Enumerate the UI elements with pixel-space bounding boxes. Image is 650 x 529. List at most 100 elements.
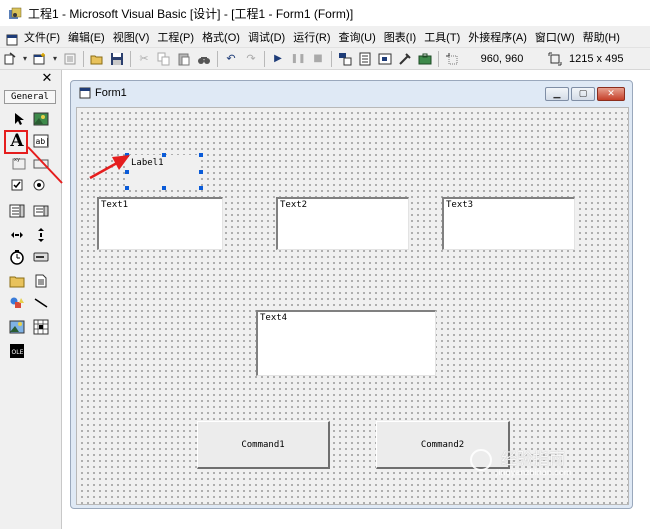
toolbar-separator	[264, 50, 265, 67]
data-tool-icon[interactable]	[32, 318, 50, 336]
toolbar-separator	[438, 50, 439, 67]
undo-icon[interactable]: ↶	[222, 51, 240, 67]
open-project-icon[interactable]	[88, 51, 106, 67]
timer-tool-icon[interactable]	[8, 248, 26, 266]
filelistbox-tool-icon[interactable]	[32, 272, 50, 290]
redo-icon[interactable]: ↷	[242, 51, 260, 67]
ole-tool-icon[interactable]: OLE	[8, 342, 26, 360]
text2-text: Text2	[280, 200, 308, 210]
save-project-icon[interactable]	[108, 51, 126, 67]
menu-addins[interactable]: 外接程序(A)	[464, 29, 531, 45]
vscrollbar-tool-icon[interactable]	[32, 226, 50, 244]
minimize-button[interactable]: ▁	[545, 87, 569, 101]
commandbutton-tool-icon[interactable]	[32, 154, 50, 172]
textbox-tool-icon[interactable]: ab|	[32, 132, 50, 150]
vb-app-icon	[8, 6, 22, 20]
dropdown-arrow-icon[interactable]: ▾	[51, 51, 59, 67]
properties-window-icon[interactable]	[356, 51, 374, 67]
drivelistbox-tool-icon[interactable]	[32, 248, 50, 266]
text1-control[interactable]: Text1	[97, 197, 223, 250]
text3-text: Text3	[446, 200, 474, 210]
watermark-logo: 经验指南	[470, 445, 565, 471]
hscrollbar-tool-icon[interactable]	[8, 226, 26, 244]
menu-run[interactable]: 运行(R)	[289, 29, 334, 45]
image-tool-icon[interactable]	[8, 318, 26, 336]
selection-handle[interactable]	[162, 153, 166, 157]
add-form-icon[interactable]	[31, 51, 49, 67]
maximize-button[interactable]: ▢	[571, 87, 595, 101]
line-tool-icon[interactable]	[32, 294, 50, 312]
selection-handle[interactable]	[125, 186, 129, 190]
toolbar-separator	[130, 50, 131, 67]
size-icon	[546, 51, 564, 67]
svg-text:ab|: ab|	[36, 137, 50, 146]
command1-button[interactable]: Command1	[197, 421, 330, 469]
copy-icon[interactable]	[155, 51, 173, 67]
checkbox-tool-icon[interactable]	[8, 176, 26, 194]
break-icon[interactable]: ❚❚	[289, 51, 307, 67]
menu-file[interactable]: 文件(F)	[20, 29, 64, 45]
menu-bar: 文件(F) 编辑(E) 视图(V) 工程(P) 格式(O) 调试(D) 运行(R…	[0, 26, 650, 48]
svg-text:OLE: OLE	[12, 349, 24, 356]
selection-handle[interactable]	[125, 153, 129, 157]
menu-tools[interactable]: 工具(T)	[420, 29, 464, 45]
form-layout-icon[interactable]	[376, 51, 394, 67]
project-explorer-icon[interactable]	[336, 51, 354, 67]
toolbox-icon[interactable]	[416, 51, 434, 67]
menu-editor-icon[interactable]	[61, 51, 79, 67]
menu-debug[interactable]: 调试(D)	[244, 29, 289, 45]
close-icon[interactable]: ✕	[40, 72, 54, 86]
selection-handle[interactable]	[199, 153, 203, 157]
window-title: 工程1 - Microsoft Visual Basic [设计] - [工程1…	[28, 6, 354, 21]
object-browser-icon[interactable]	[396, 51, 414, 67]
toolbar-separator	[331, 50, 332, 67]
mdi-child-icon[interactable]	[6, 31, 18, 45]
command2-label: Command2	[420, 439, 465, 450]
menu-diagram[interactable]: 图表(I)	[380, 29, 420, 45]
shape-tool-icon[interactable]	[8, 294, 26, 312]
position-icon	[443, 51, 461, 67]
dropdown-arrow-icon[interactable]: ▾	[21, 51, 29, 67]
label1-text: Label1	[131, 158, 164, 168]
optionbutton-tool-icon[interactable]	[30, 176, 48, 194]
find-icon[interactable]	[195, 51, 213, 67]
menu-format[interactable]: 格式(O)	[198, 29, 244, 45]
text1-text: Text1	[101, 200, 129, 210]
command1-label: Command1	[241, 439, 285, 450]
menu-edit[interactable]: 编辑(E)	[64, 29, 109, 45]
combobox-tool-icon[interactable]	[8, 202, 26, 220]
toolbox-tab-general[interactable]: General	[4, 90, 56, 104]
end-icon[interactable]: ■	[309, 51, 327, 67]
text3-control[interactable]: Text3	[442, 197, 575, 250]
form-title: Form1	[95, 87, 127, 99]
selection-handle[interactable]	[199, 186, 203, 190]
selection-handle[interactable]	[125, 170, 129, 174]
watermark-text: 经验指南	[501, 449, 566, 468]
text2-control[interactable]: Text2	[276, 197, 409, 250]
title-bar: 工程1 - Microsoft Visual Basic [设计] - [工程1…	[0, 0, 650, 26]
frame-tool-icon[interactable]: xy	[10, 154, 28, 172]
text4-text: Text4	[260, 313, 288, 323]
watermark-icon	[470, 448, 492, 471]
standard-toolbar: ▾ ▾ ✂ ↶ ↷ ▶ ❚❚ ■ 960, 960 1215 x 495	[0, 48, 650, 70]
pointer-tool-icon[interactable]	[10, 110, 28, 128]
text4-control[interactable]: Text4	[256, 310, 436, 376]
listbox-tool-icon[interactable]	[32, 202, 50, 220]
cut-icon[interactable]: ✂	[135, 51, 153, 67]
selection-handle[interactable]	[199, 170, 203, 174]
add-project-icon[interactable]	[1, 51, 19, 67]
label1-control[interactable]: Label1	[127, 155, 201, 188]
menu-view[interactable]: 视图(V)	[109, 29, 154, 45]
menu-window[interactable]: 窗口(W)	[531, 29, 579, 45]
picturebox-tool-icon[interactable]	[32, 110, 50, 128]
menu-help[interactable]: 帮助(H)	[579, 29, 624, 45]
close-button[interactable]: ✕	[597, 87, 625, 101]
form-icon	[79, 84, 91, 103]
svg-text:xy: xy	[14, 157, 20, 163]
selection-handle[interactable]	[162, 186, 166, 190]
start-icon[interactable]: ▶	[269, 51, 287, 67]
menu-project[interactable]: 工程(P)	[153, 29, 198, 45]
menu-query[interactable]: 查询(U)	[335, 29, 380, 45]
paste-icon[interactable]	[175, 51, 193, 67]
dirlistbox-tool-icon[interactable]	[8, 272, 26, 290]
